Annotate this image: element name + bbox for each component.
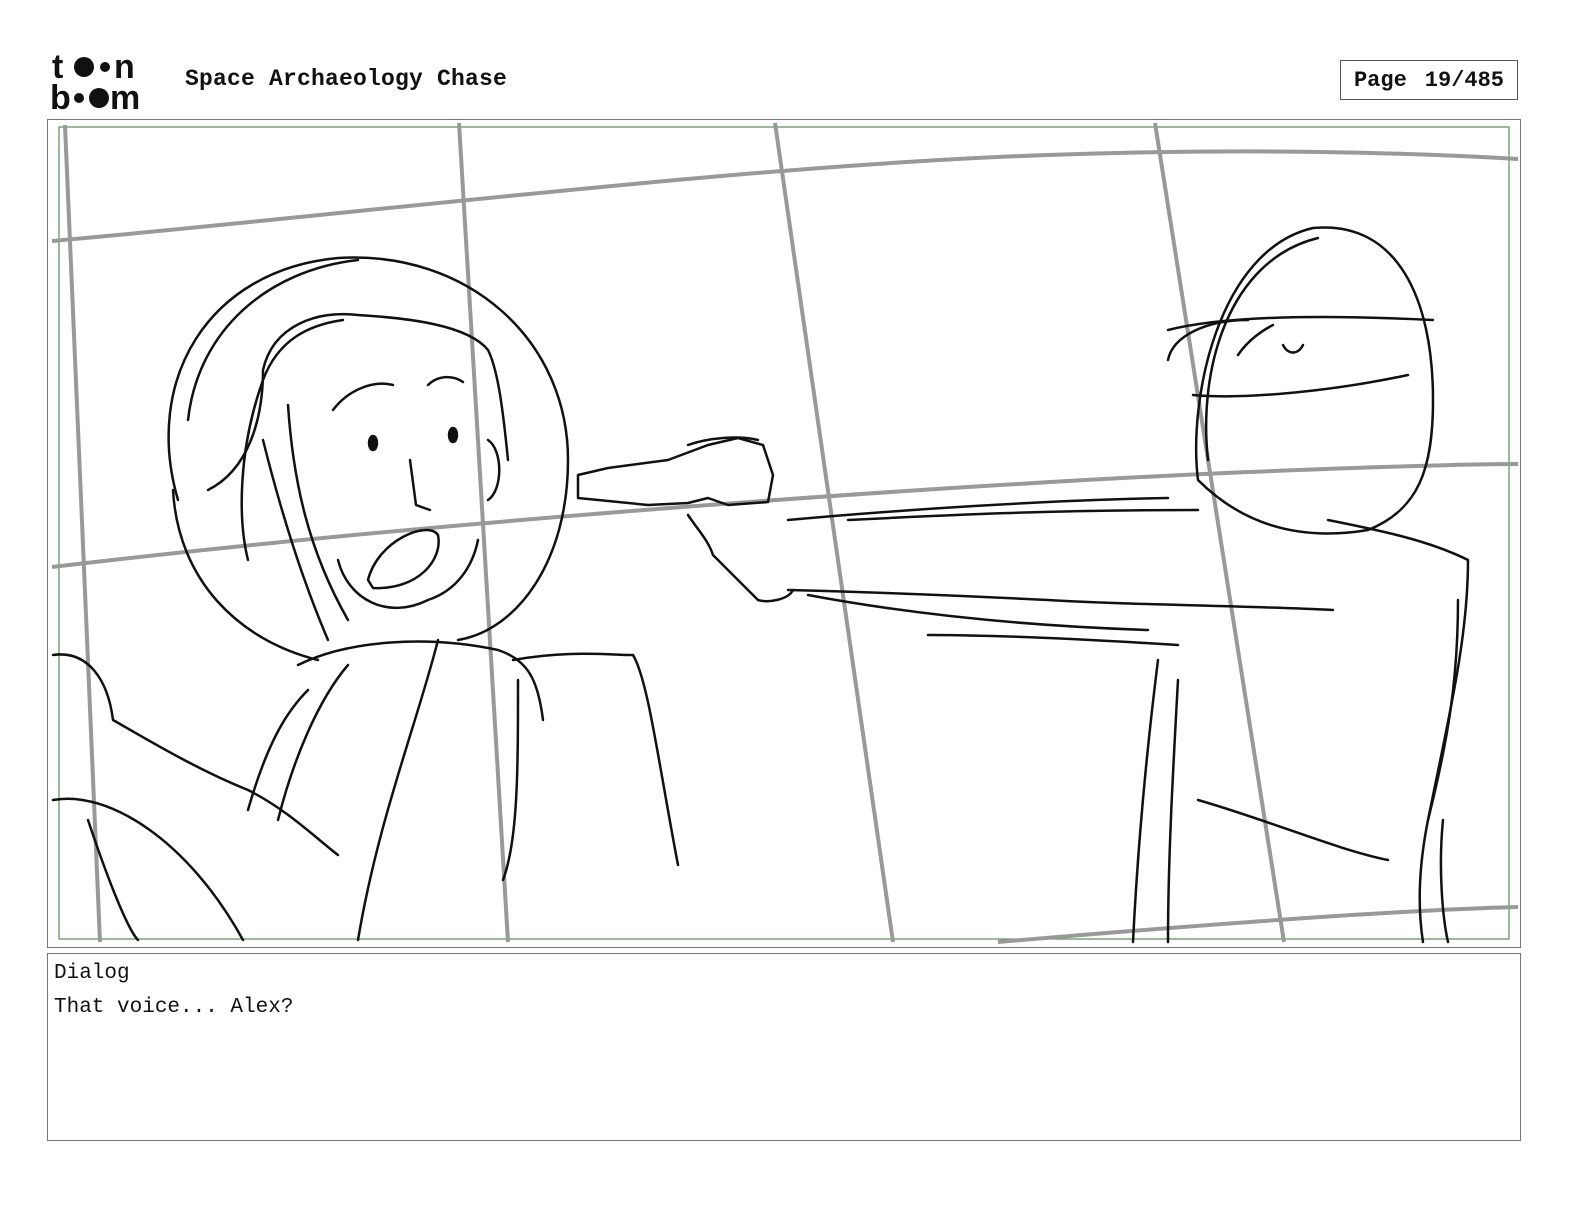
storyboard-sketch (51, 122, 1519, 944)
dialog-box: Dialog That voice... Alex? (47, 953, 1521, 1141)
svg-text:b: b (50, 79, 71, 112)
page-indicator: Page 19/485 (1340, 60, 1518, 100)
toonboom-logo: t n b m (50, 50, 164, 112)
dialog-label: Dialog (54, 962, 130, 985)
project-title: Space Archaeology Chase (185, 66, 508, 92)
dialog-text: That voice... Alex? (54, 996, 294, 1019)
storyboard-panel (47, 119, 1521, 948)
page-number: 19/485 (1424, 67, 1505, 93)
page-label: Page (1353, 67, 1407, 93)
svg-text:m: m (110, 79, 140, 112)
